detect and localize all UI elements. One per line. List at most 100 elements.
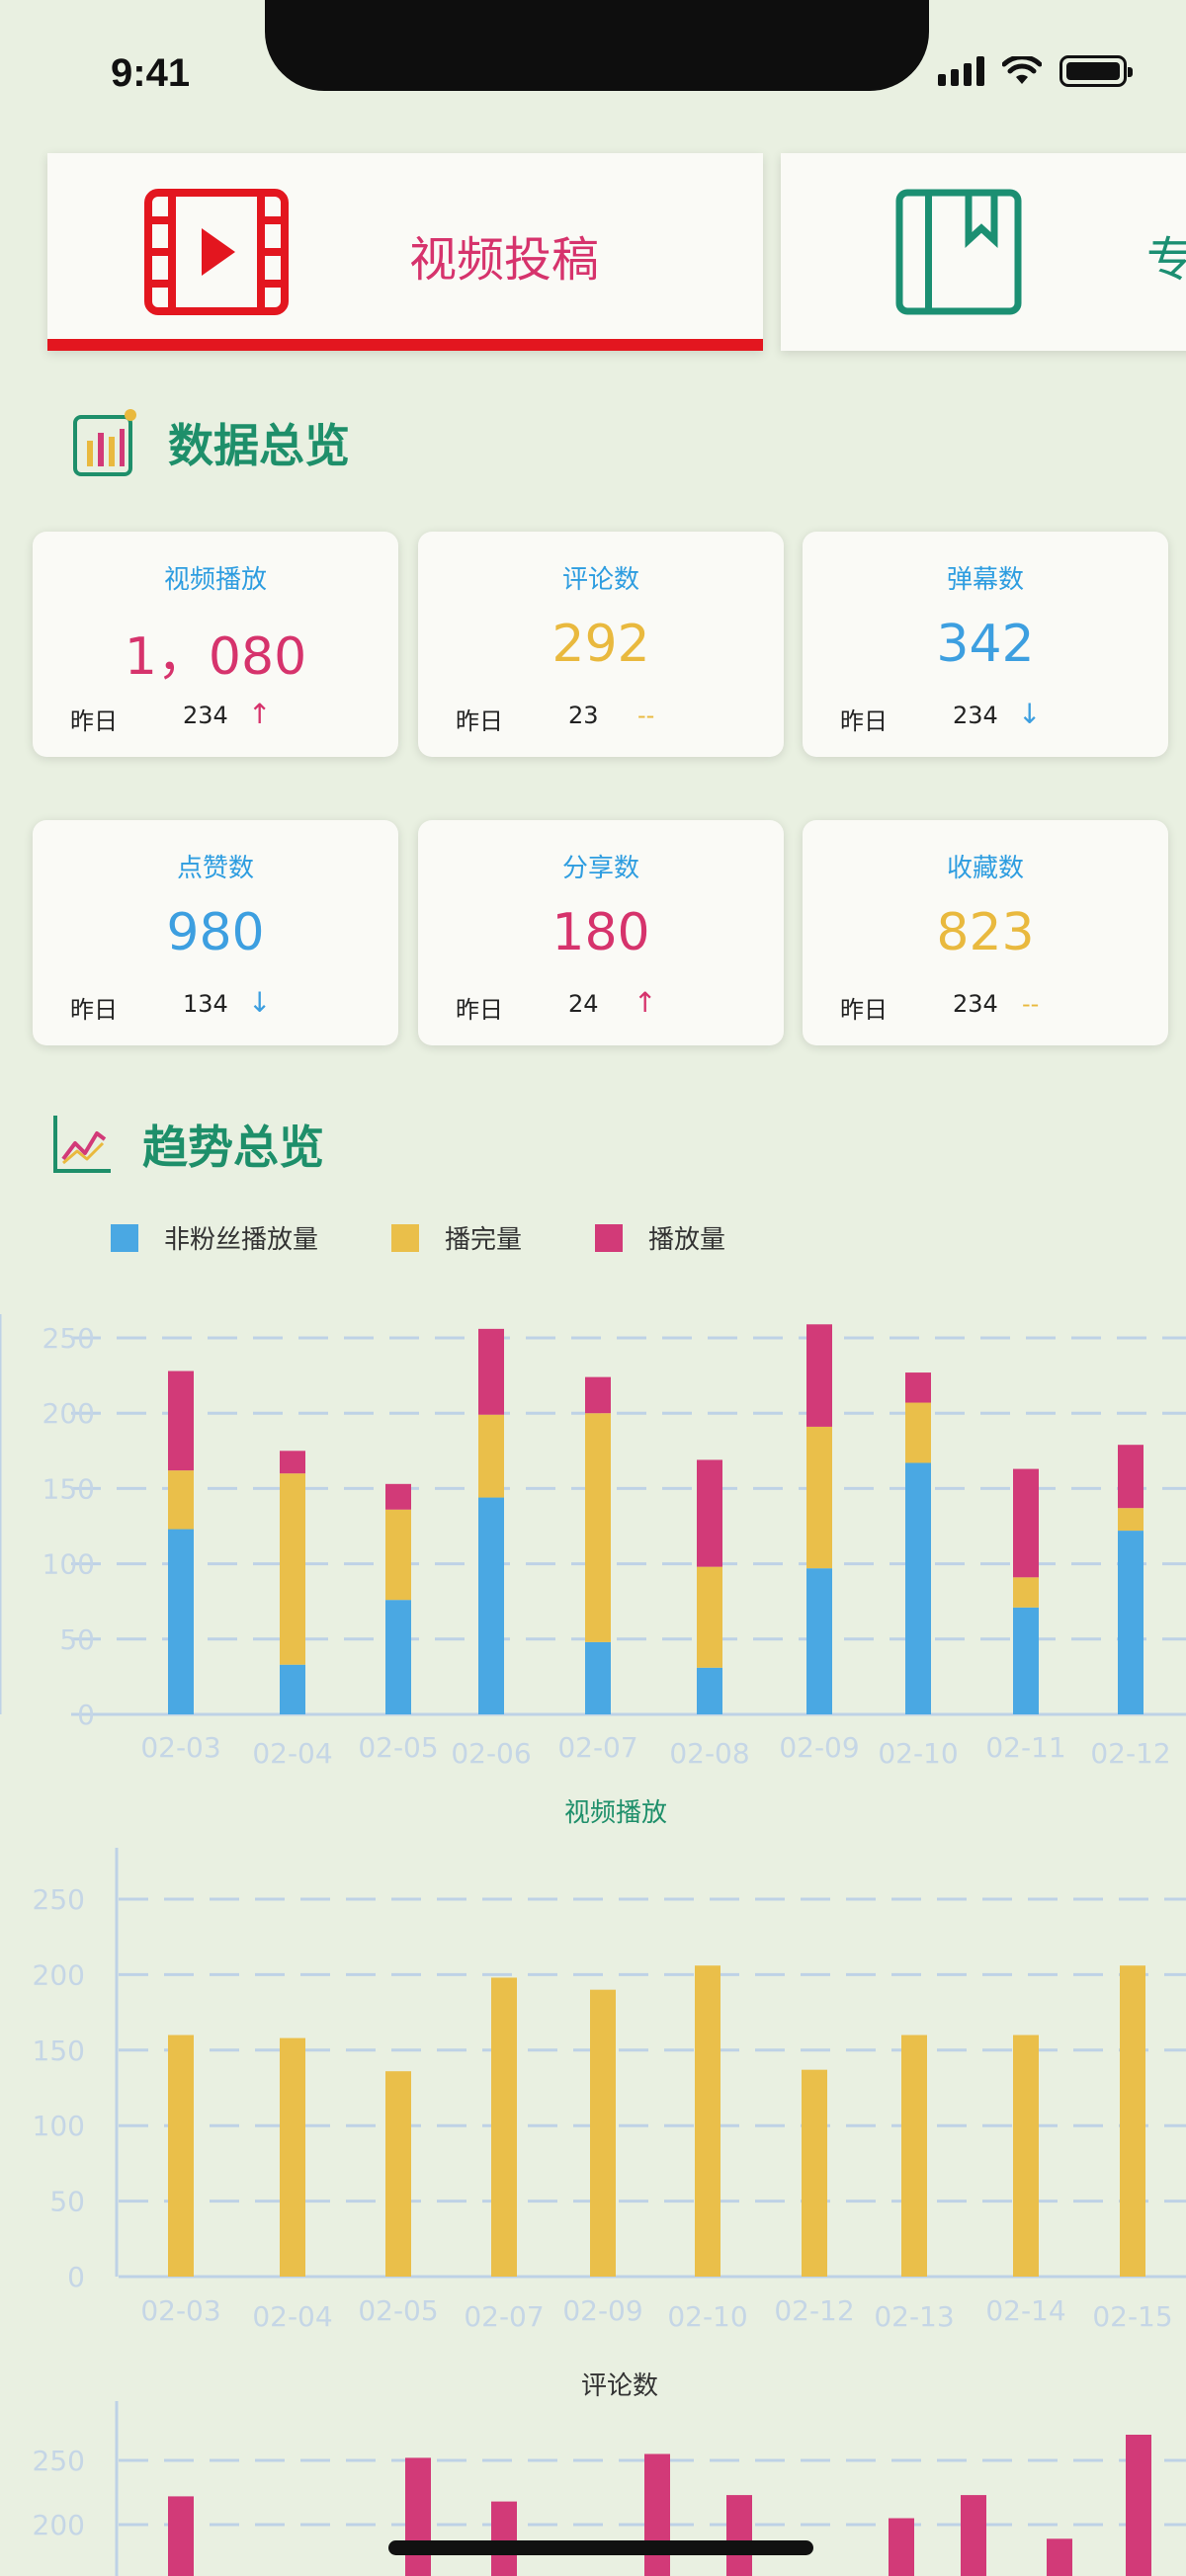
bar-segment[interactable] bbox=[585, 1376, 611, 1414]
stat-card-title: 弹幕数 bbox=[946, 565, 1024, 595]
bar-segment[interactable] bbox=[168, 1529, 194, 1714]
video-icon bbox=[144, 189, 289, 315]
bar-segment[interactable] bbox=[889, 2518, 914, 2576]
y-tick-label: 250 bbox=[33, 1883, 85, 1916]
bar-segment[interactable] bbox=[697, 1459, 722, 1567]
legend-label: 播完量 bbox=[445, 1225, 523, 1255]
tab-column-label: 专 bbox=[1146, 232, 1186, 288]
bar-segment[interactable] bbox=[478, 1328, 504, 1415]
y-tick-label: 250 bbox=[42, 1322, 95, 1355]
bar-segment[interactable] bbox=[168, 2035, 194, 2277]
stat-card[interactable]: 分享数 180 昨日 24 ↑ bbox=[418, 820, 784, 1045]
bar-segment[interactable] bbox=[585, 1413, 611, 1642]
stat-card-title: 收藏数 bbox=[946, 854, 1024, 883]
bar-segment[interactable] bbox=[385, 1509, 411, 1601]
bar-segment[interactable] bbox=[1013, 1468, 1039, 1578]
bar-segment[interactable] bbox=[1120, 1965, 1145, 2277]
bar-segment[interactable] bbox=[697, 1566, 722, 1668]
bar-segment[interactable] bbox=[806, 1426, 832, 1569]
stat-card-yesterday-value: 24 bbox=[568, 990, 599, 1018]
wifi-icon bbox=[1002, 56, 1042, 84]
bar-segment[interactable] bbox=[1118, 1531, 1144, 1714]
bar-segment[interactable] bbox=[1118, 1445, 1144, 1509]
bar-segment[interactable] bbox=[590, 1989, 616, 2277]
x-tick-label: 02-03 bbox=[140, 1731, 220, 1764]
bar-segment[interactable] bbox=[905, 1402, 931, 1463]
stat-card-yesterday-value: 234 bbox=[953, 702, 998, 729]
bar-segment[interactable] bbox=[491, 1977, 517, 2277]
legend-label: 非粉丝播放量 bbox=[164, 1225, 319, 1255]
bar-segment[interactable] bbox=[478, 1414, 504, 1498]
trend-flat-icon: -- bbox=[637, 702, 655, 729]
bar-segment[interactable] bbox=[905, 1372, 931, 1403]
stat-card-yesterday-label: 昨日 bbox=[70, 707, 118, 735]
bar-segment[interactable] bbox=[961, 2495, 986, 2576]
bar-segment[interactable] bbox=[585, 1641, 611, 1714]
battery-icon bbox=[1059, 55, 1133, 87]
bar-segment[interactable] bbox=[697, 1667, 722, 1714]
legend-swatch bbox=[111, 1223, 138, 1252]
stat-card-value: 980 bbox=[166, 903, 265, 962]
bar-segment[interactable] bbox=[385, 1600, 411, 1714]
x-tick-label: 02-04 bbox=[252, 1737, 332, 1770]
bar-segment[interactable] bbox=[1013, 1577, 1039, 1608]
y-tick-label: 100 bbox=[42, 1548, 95, 1581]
bar-segment[interactable] bbox=[726, 2495, 752, 2576]
comments-bar-chart: 0 50 100 150 200 250 02-03 02-04 02-05 02-07 02-09… bbox=[0, 1838, 1186, 2332]
overview-title: 数据总览 bbox=[168, 419, 350, 472]
bar-segment[interactable] bbox=[168, 2496, 194, 2576]
cellular-signal-icon bbox=[938, 56, 984, 86]
bar-segment[interactable] bbox=[168, 1470, 194, 1530]
tab-column[interactable]: 专 bbox=[781, 153, 1186, 351]
tab-video-submission[interactable]: 视频投稿 bbox=[47, 153, 763, 351]
bar-segment[interactable] bbox=[280, 1473, 305, 1665]
bar-segment[interactable] bbox=[385, 2071, 411, 2277]
bar-segment[interactable] bbox=[644, 2453, 670, 2576]
bar-segment[interactable] bbox=[1013, 2035, 1039, 2277]
bar-segment[interactable] bbox=[168, 1371, 194, 1471]
home-indicator[interactable] bbox=[388, 2540, 813, 2555]
trend-header: 趋势总览 bbox=[51, 1112, 324, 1177]
bar-segment[interactable] bbox=[695, 1965, 720, 2277]
bar-segment[interactable] bbox=[1126, 2435, 1151, 2576]
stat-card-value: 823 bbox=[936, 903, 1035, 962]
trend-up-icon: ↑ bbox=[634, 986, 657, 1019]
bar-segment[interactable] bbox=[491, 2501, 517, 2576]
x-tick-label: 02-05 bbox=[358, 2294, 438, 2327]
bar-segment[interactable] bbox=[478, 1497, 504, 1714]
y-tick-label: 100 bbox=[33, 2110, 85, 2142]
bar-segment[interactable] bbox=[901, 2035, 927, 2277]
stat-card[interactable]: 视频播放 1，080 昨日 234 ↑ bbox=[33, 532, 398, 757]
x-tick-label: 02-09 bbox=[779, 1731, 859, 1764]
chart-svg: 0 50 100 150 200 250 02-03 02-04 02-05 02-07 02-09… bbox=[33, 1848, 1186, 2332]
bar-segment[interactable] bbox=[806, 1324, 832, 1427]
tab-video-label: 视频投稿 bbox=[409, 232, 600, 288]
bar-segment[interactable] bbox=[802, 2069, 827, 2277]
y-tick-label: 50 bbox=[49, 2186, 85, 2218]
stat-card-yesterday-value: 234 bbox=[183, 702, 228, 729]
stat-card-yesterday-value: 234 bbox=[953, 990, 998, 1018]
x-tick-label: 02-05 bbox=[358, 1731, 438, 1764]
bar-segment[interactable] bbox=[280, 1451, 305, 1474]
bar-segment[interactable] bbox=[1013, 1607, 1039, 1714]
bar-segment[interactable] bbox=[806, 1568, 832, 1714]
x-tick-label: 02-11 bbox=[985, 1731, 1065, 1764]
stat-card[interactable]: 点赞数 980 昨日 134 ↓ bbox=[33, 820, 398, 1045]
stat-card-title: 视频播放 bbox=[163, 565, 267, 595]
bar-segment[interactable] bbox=[385, 1483, 411, 1510]
bar-segment[interactable] bbox=[905, 1462, 931, 1714]
bar-segment[interactable] bbox=[405, 2457, 431, 2576]
stat-card[interactable]: 收藏数 823 昨日 234 -- bbox=[803, 820, 1168, 1045]
stat-card-value: 1，080 bbox=[124, 627, 307, 687]
stat-card[interactable]: 弹幕数 342 昨日 234 ↓ bbox=[803, 532, 1168, 757]
legend-item-non-fan-plays[interactable]: 非粉丝播放量 bbox=[111, 1219, 318, 1256]
bar-segment[interactable] bbox=[1047, 2538, 1072, 2576]
legend-item-completions[interactable]: 播完量 bbox=[391, 1219, 522, 1256]
bar-segment[interactable] bbox=[280, 2037, 305, 2277]
stat-card[interactable]: 评论数 292 昨日 23 -- bbox=[418, 532, 784, 757]
y-tick-label: 150 bbox=[33, 2035, 85, 2067]
bar-segment[interactable] bbox=[1118, 1508, 1144, 1532]
legend-item-plays[interactable]: 播放量 bbox=[595, 1219, 725, 1256]
bar-segment[interactable] bbox=[280, 1664, 305, 1714]
overview-header: 数据总览 bbox=[71, 407, 350, 478]
